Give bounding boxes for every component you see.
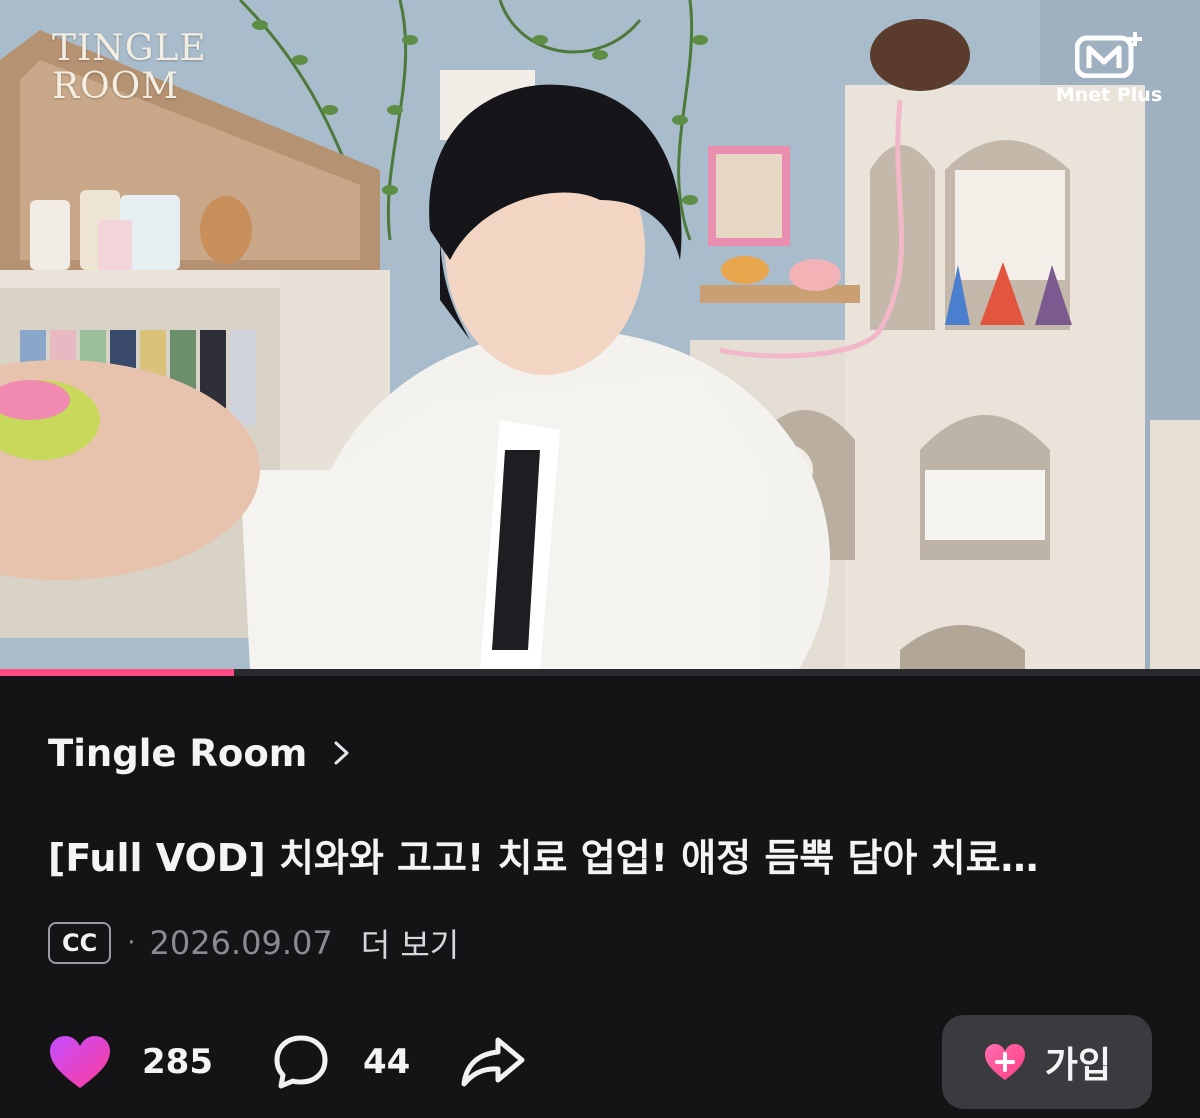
heart-plus-icon: [984, 1044, 1025, 1080]
publish-date: 2026.09.07: [149, 924, 333, 962]
action-bar: 285 44: [48, 1030, 526, 1094]
cc-badge: CC: [48, 922, 112, 964]
channel-link[interactable]: Tingle Room: [48, 730, 351, 776]
platform-name: Mnet Plus: [1055, 84, 1163, 106]
share-arrow-icon: [461, 1037, 525, 1087]
video-player[interactable]: TINGLE ROOM Mnet Plus: [0, 0, 1200, 670]
progress-fill: [0, 669, 234, 676]
video-meta: CC · 2026.09.07 더 보기: [48, 920, 459, 966]
share-button[interactable]: [460, 1036, 526, 1088]
tingle-room-logo: TINGLE ROOM: [52, 28, 207, 107]
more-button[interactable]: 더 보기: [361, 920, 460, 966]
speech-bubble-icon: [274, 1035, 328, 1089]
comment-button[interactable]: 44: [273, 1034, 410, 1090]
channel-name: Tingle Room: [48, 731, 308, 775]
mnet-plus-logo: Mnet Plus: [1054, 30, 1164, 106]
like-button[interactable]: 285: [48, 1034, 213, 1090]
meta-separator: ·: [127, 928, 136, 958]
mnet-plus-mark-icon: [1074, 30, 1143, 79]
comment-count: 44: [362, 1042, 411, 1082]
video-progress-bar[interactable]: [0, 669, 1200, 676]
like-count: 285: [142, 1042, 213, 1082]
chevron-right-icon: [334, 741, 349, 765]
video-title: [Full VOD] 치와와 고고! 치료 업업! 애정 듬뿍 담아 치료…: [48, 836, 1039, 880]
join-button[interactable]: 가입: [942, 1015, 1152, 1109]
join-label: 가입: [1044, 1045, 1112, 1086]
heart-icon: [50, 1036, 110, 1088]
